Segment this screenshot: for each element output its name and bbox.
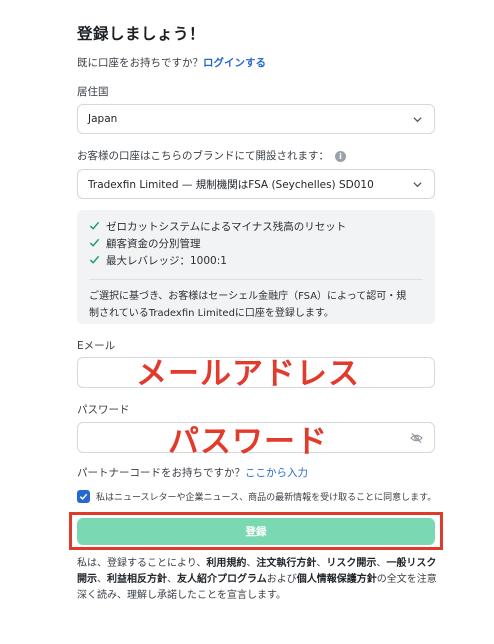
residence-value: Japan (88, 113, 118, 125)
newsletter-checkbox[interactable] (77, 490, 90, 503)
terms-separator: および (266, 574, 297, 585)
terms-separator: 、 (316, 558, 327, 569)
chevron-down-icon (413, 182, 422, 188)
brand-label: お客様の口座はこちらのブランドにて開設されます： (77, 150, 329, 162)
benefit-text: ゼロカットシステムによるマイナス残高のリセット (106, 221, 347, 233)
brand-label-row: お客様の口座はこちらのブランドにて開設されます： i (77, 148, 346, 163)
brand-notice-line: 制されているTradexfin Limitedに口座を登録します。 (89, 308, 334, 319)
password-annotation: パスワード (168, 424, 328, 460)
brand-notice: ご選択に基づき、お客様はセーシェル金融庁（FSA）によって認可・規 制されている… (89, 288, 423, 322)
benefit-text: 顧客資金の分別管理 (106, 238, 201, 250)
partner-code-prompt: パートナーコードをお持ちですか？ここから入力 (77, 465, 308, 480)
brand-notice-line: ご選択に基づき、お客様はセーシェル金融庁（FSA）によって認可・規 (89, 291, 407, 302)
terms-declaration: 私は、登録することにより、利用規約、注文執行方針、リスク開示、一般リスク開示、利… (77, 556, 439, 604)
divider (89, 279, 423, 280)
benefit-item: 顧客資金の分別管理 (89, 236, 423, 253)
benefit-item: 最大レバレッジ：1000:1 (89, 253, 423, 270)
login-link[interactable]: ログインする (203, 57, 266, 69)
brand-value: Tradexfin Limited — 規制機関はFSA (Seychelles… (88, 178, 374, 191)
terms-separator: 、 (167, 574, 177, 585)
referral-program-link[interactable]: 友人紹介プログラム (177, 574, 267, 585)
brand-benefits-box: ゼロカットシステムによるマイナス残高のリセット 顧客資金の分別管理 最大レバレッ… (77, 210, 435, 324)
privacy-policy-link[interactable]: 個人情報保護方針 (297, 574, 377, 585)
partner-code-text: パートナーコードをお持ちですか？ (77, 467, 245, 479)
residence-select[interactable]: Japan (77, 104, 435, 134)
terms-text: 私は、登録することにより、 (77, 558, 207, 569)
eye-off-icon[interactable] (410, 432, 423, 444)
check-icon (89, 238, 100, 247)
newsletter-consent: 私はニュースレターや企業ニュース、商品の最新情報を受け取ることに同意します。 (77, 490, 436, 503)
check-icon (89, 255, 100, 264)
check-icon (89, 221, 100, 230)
partner-code-link[interactable]: ここから入力 (245, 467, 308, 479)
benefit-item: ゼロカットシステムによるマイナス残高のリセット (89, 219, 423, 236)
password-label: パスワード (77, 404, 130, 416)
info-icon[interactable]: i (335, 150, 346, 162)
benefit-text: 最大レバレッジ：1000:1 (106, 255, 227, 267)
order-execution-policy-link[interactable]: 注文執行方針 (256, 558, 316, 569)
newsletter-text: 私はニュースレターや企業ニュース、商品の最新情報を受け取ることに同意します。 (96, 493, 437, 503)
terms-separator: 、 (246, 558, 257, 569)
login-prompt-text: 既に口座をお持ちですか？ (77, 57, 203, 69)
register-button[interactable]: 登録 (77, 518, 435, 545)
terms-of-use-link[interactable]: 利用規約 (206, 558, 246, 569)
login-prompt: 既に口座をお持ちですか？ログインする (77, 55, 266, 70)
brand-select[interactable]: Tradexfin Limited — 規制機関はFSA (Seychelles… (77, 169, 435, 199)
email-annotation: メールアドレス (136, 356, 360, 392)
risk-disclosure-link[interactable]: リスク開示 (326, 558, 376, 569)
residence-label: 居住国 (77, 86, 109, 98)
check-icon (79, 493, 88, 500)
registration-page: 登録しましょう！ 既に口座をお持ちですか？ログインする 居住国 Japan お客… (0, 0, 494, 644)
email-label: Eメール (77, 340, 116, 352)
chevron-down-icon (413, 117, 422, 123)
terms-separator: 、 (97, 574, 107, 585)
page-title: 登録しましょう！ (77, 25, 206, 43)
conflict-of-interest-policy-link[interactable]: 利益相反方針 (107, 574, 167, 585)
terms-separator: 、 (376, 558, 387, 569)
